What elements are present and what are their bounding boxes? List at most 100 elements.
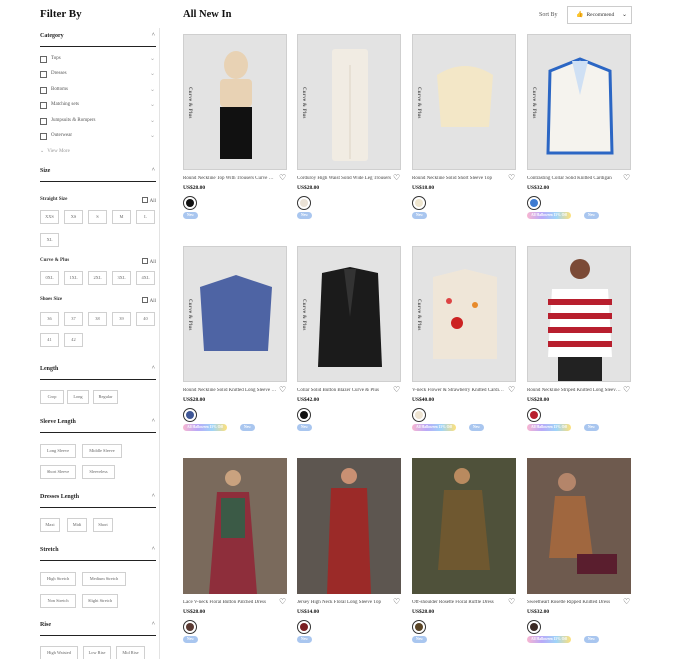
checkbox[interactable] [40,118,47,125]
length-chip[interactable]: Regular [93,390,118,404]
stretch-chip[interactable]: Medium Stretch [82,572,126,586]
category-option[interactable]: Tops ⌄ [40,55,156,65]
product-image[interactable] [527,458,631,594]
curve-plus-all-checkbox[interactable]: All [141,258,156,265]
size-chip[interactable]: 2XL [88,271,107,285]
heart-icon[interactable]: ♡ [279,598,286,606]
product-image[interactable]: Curve & Plus [183,246,287,382]
product-name[interactable]: Round Neckline Solid Short Sleeve Top [412,176,506,181]
size-chip[interactable]: XXS [40,210,59,224]
shoe-size-chip[interactable]: 37 [64,312,83,326]
rise-chip[interactable]: Low Rise [83,646,111,659]
sidebar-scrollbar[interactable] [159,28,160,659]
color-swatch[interactable] [183,408,197,422]
shoe-size-chip[interactable]: 36 [40,312,59,326]
stretch-chip[interactable]: High Stretch [40,572,76,586]
shoe-size-chip[interactable]: 42 [64,333,83,347]
size-chip[interactable]: 4XL [136,271,155,285]
color-swatch[interactable] [527,196,541,210]
length-chip[interactable]: Crop [40,390,64,404]
checkbox[interactable] [40,87,47,94]
stretch-chip[interactable]: Slight Stretch [82,594,118,608]
category-option[interactable]: Outerwear ⌄ [40,132,156,142]
product-image[interactable] [527,246,631,382]
length-header[interactable]: Length ˄ [40,365,156,380]
color-swatch[interactable] [297,196,311,210]
product-image[interactable]: Curve & Plus [183,34,287,170]
size-chip[interactable]: L [136,210,155,224]
sleeve-length-header[interactable]: Sleeve Length ˄ [40,418,156,433]
heart-icon[interactable]: ♡ [623,386,630,394]
product-name[interactable]: Round Neckline Striped Knitted Long Slee… [527,388,621,393]
category-option[interactable]: Dresses ⌄ [40,70,156,80]
color-swatch[interactable] [297,408,311,422]
product-name[interactable]: Lace V-neck Floral Button Patched Dress [183,600,277,605]
view-more-link[interactable]: ⌄ View More [40,148,70,154]
length-chip[interactable]: Long [67,390,89,404]
color-swatch[interactable] [412,196,426,210]
stretch-header[interactable]: Stretch ˄ [40,546,156,561]
shoe-size-chip[interactable]: 40 [136,312,155,326]
product-image[interactable]: Curve & Plus [297,246,401,382]
category-option[interactable]: Matching sets ⌄ [40,101,156,111]
category-option[interactable]: Bottoms ⌄ [40,86,156,96]
heart-icon[interactable]: ♡ [279,174,286,182]
rise-header[interactable]: Rise ˄ [40,621,156,636]
rise-chip[interactable]: High Waisted [40,646,78,659]
shoe-size-chip[interactable]: 41 [40,333,59,347]
heart-icon[interactable]: ♡ [623,598,630,606]
size-header[interactable]: Size ˄ [40,167,156,182]
product-name[interactable]: Corduroy High Waist Solid Wide Leg Trous… [297,176,391,181]
size-chip[interactable]: S [88,210,107,224]
heart-icon[interactable]: ♡ [508,174,515,182]
dresses-length-header[interactable]: Dresses Length ˄ [40,493,156,508]
size-chip[interactable]: 1XL [64,271,83,285]
product-name[interactable]: Collar Solid Button Blazer Curve & Plus [297,388,391,393]
heart-icon[interactable]: ♡ [508,598,515,606]
stretch-chip[interactable]: Non Stretch [40,594,76,608]
size-chip[interactable]: XL [40,233,59,247]
sleeve-chip[interactable]: Long Sleeve [40,444,76,458]
color-swatch[interactable] [297,620,311,634]
color-swatch[interactable] [183,196,197,210]
product-image[interactable]: Curve & Plus [527,34,631,170]
product-name[interactable]: Round Neckline Solid Knitted Long Sleeve… [183,388,277,393]
product-image[interactable] [297,458,401,594]
product-name[interactable]: Contrasting Collar Solid Knitted Cardiga… [527,176,621,181]
heart-icon[interactable]: ♡ [393,386,400,394]
heart-icon[interactable]: ♡ [623,174,630,182]
checkbox[interactable] [40,102,47,109]
checkbox[interactable] [40,71,47,78]
color-swatch[interactable] [527,408,541,422]
color-swatch[interactable] [412,408,426,422]
heart-icon[interactable]: ♡ [393,174,400,182]
rise-chip[interactable]: Mid Rise [116,646,145,659]
heart-icon[interactable]: ♡ [393,598,400,606]
product-name[interactable]: Sweetheart Rosette Ripped Knitted Dress [527,600,621,605]
shoes-size-all-checkbox[interactable]: All [141,297,156,304]
heart-icon[interactable]: ♡ [279,386,286,394]
product-image[interactable] [183,458,287,594]
dresses-length-chip[interactable]: Short [93,518,113,532]
size-chip[interactable]: 0XL [40,271,59,285]
category-header[interactable]: Category ˄ [40,32,156,47]
size-chip[interactable]: M [112,210,131,224]
color-swatch[interactable] [527,620,541,634]
sleeve-chip[interactable]: Middle Sleeve [82,444,122,458]
product-image[interactable] [412,458,516,594]
sleeve-chip[interactable]: Short Sleeve [40,465,76,479]
color-swatch[interactable] [183,620,197,634]
dresses-length-chip[interactable]: Midi [67,518,87,532]
category-option[interactable]: Jumpsuits & Rompers ⌄ [40,117,156,127]
product-name[interactable]: V-neck Flower & Strawberry Knitted Cardi… [412,388,506,393]
straight-size-all-checkbox[interactable]: All [141,197,156,204]
color-swatch[interactable] [412,620,426,634]
product-name[interactable]: Off-shoulder Rosette Floral Ruffle Dress [412,600,506,605]
product-image[interactable]: Curve & Plus [412,34,516,170]
product-image[interactable]: Curve & Plus [412,246,516,382]
product-name[interactable]: Round Neckline Top With Trousers Curve &… [183,176,277,181]
checkbox[interactable] [40,56,47,63]
heart-icon[interactable]: ♡ [508,386,515,394]
sleeve-chip[interactable]: Sleeveless [82,465,115,479]
size-chip[interactable]: 3XL [112,271,131,285]
